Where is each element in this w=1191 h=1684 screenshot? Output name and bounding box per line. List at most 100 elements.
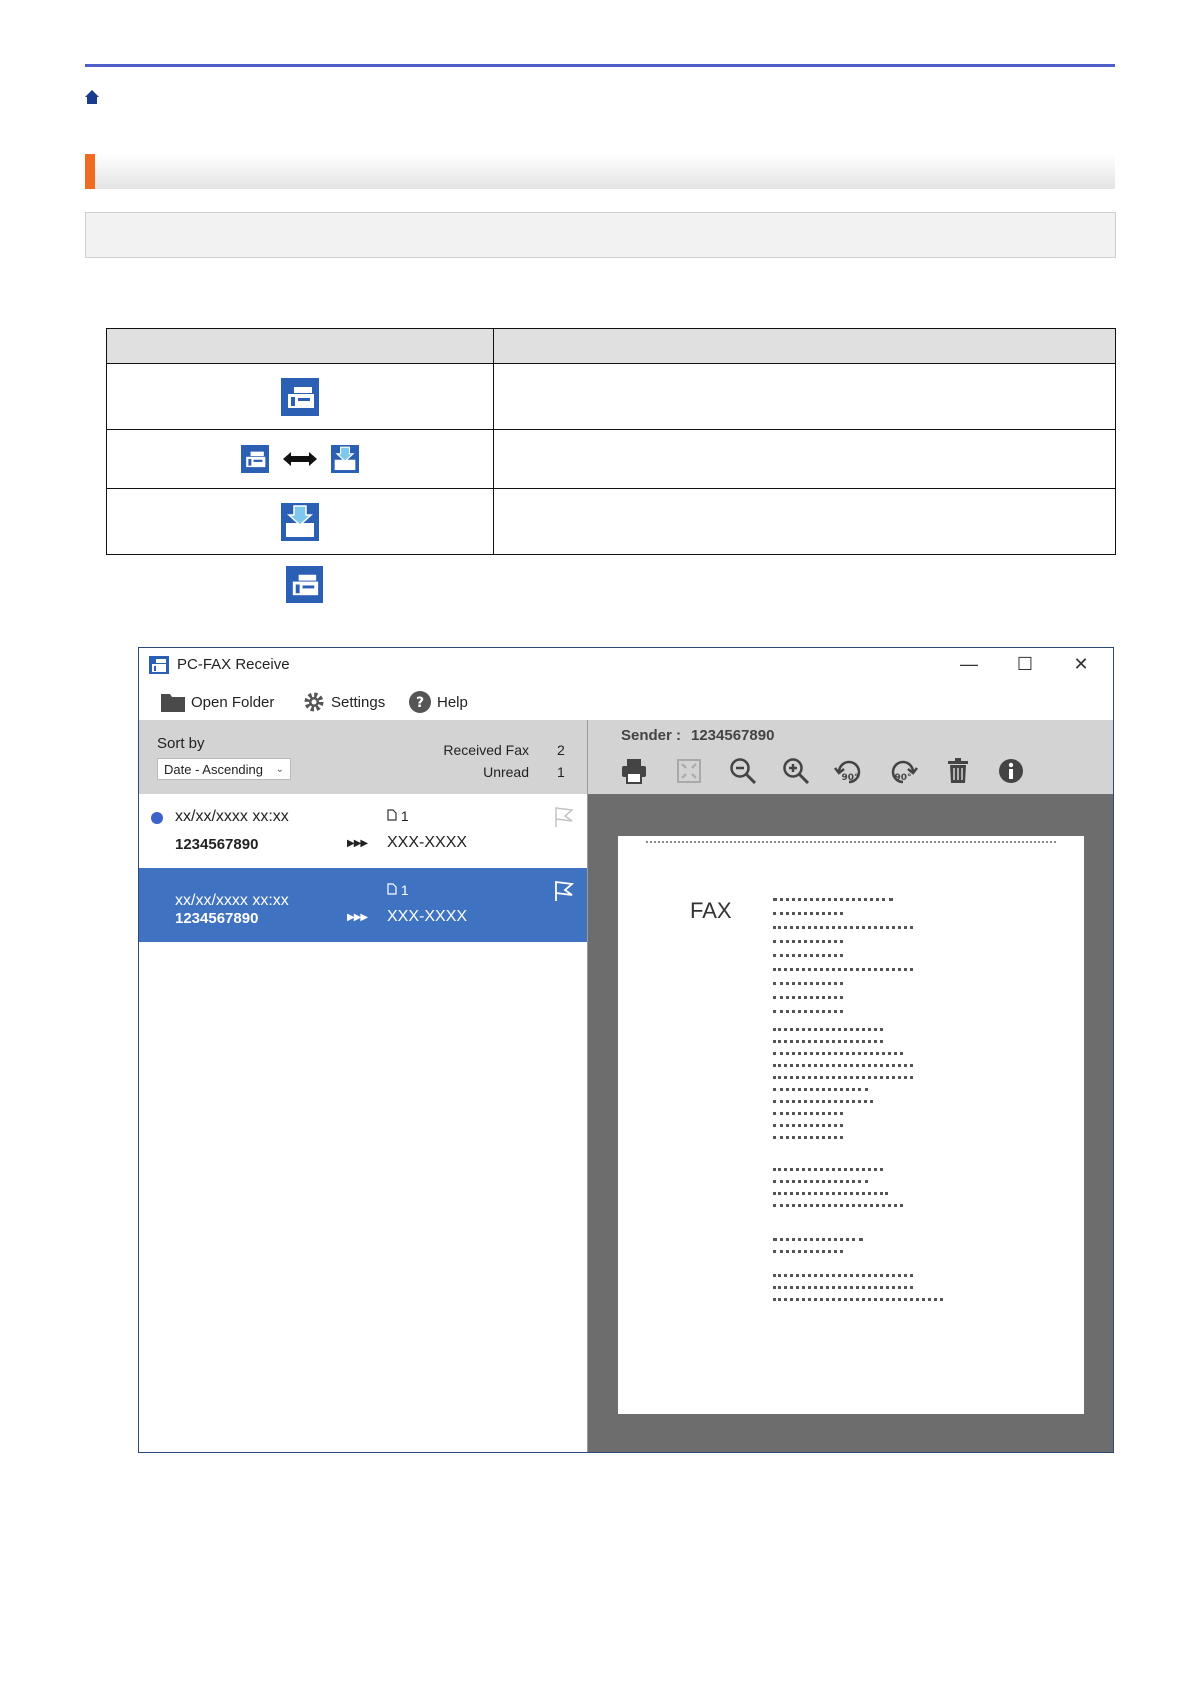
maximize-button[interactable]: ☐: [1005, 652, 1045, 676]
fax-text-line: [773, 1286, 913, 1294]
page-count-value: 1: [400, 882, 409, 898]
table-row: [106, 429, 1116, 489]
section-heading-bar: [85, 154, 1115, 189]
fax-text-line: [773, 1112, 843, 1120]
page-count: 1: [387, 808, 409, 824]
flag-icon[interactable]: [553, 806, 575, 828]
top-rule: [85, 64, 1115, 67]
unread-count: 1: [557, 764, 565, 780]
settings-button[interactable]: Settings: [303, 689, 385, 715]
list-header: Sort by Date - Ascending ⌄ Received Fax …: [139, 720, 587, 794]
fax-text-line: [773, 1136, 843, 1144]
fax-text-line: [773, 1100, 873, 1108]
close-button[interactable]: ✕: [1061, 652, 1101, 676]
fax-text-line: [773, 926, 913, 934]
delete-icon[interactable]: [943, 756, 973, 786]
fax-text-line: [773, 1204, 903, 1212]
fax-text-line: [773, 1028, 883, 1036]
sender-label: Sender :: [621, 727, 682, 744]
fax-text-line: [773, 898, 893, 906]
fax-text-line: [773, 1250, 843, 1258]
fax-text-line: [773, 1076, 913, 1084]
rotate-left-icon[interactable]: 90°: [834, 756, 864, 786]
gear-icon: [304, 692, 324, 712]
icon-status-table: [106, 328, 1116, 555]
fit-page-icon[interactable]: [674, 756, 704, 786]
help-icon: ?: [409, 691, 431, 713]
fax-received-icon: [331, 445, 360, 473]
fax-list-item[interactable]: xx/xx/xxxx xx:xx 1234567890 1 ▶▶▶ XXX-XX…: [139, 794, 587, 868]
fax-text-line: [773, 996, 843, 1004]
page-count: 1: [387, 882, 409, 898]
info-icon[interactable]: [996, 756, 1026, 786]
home-icon[interactable]: [84, 89, 100, 105]
sort-value: Date - Ascending: [164, 762, 264, 777]
fax-text-line: [773, 1088, 868, 1096]
unread-dot: [151, 812, 163, 824]
toolbar: Open Folder Settings ? Help: [139, 682, 1113, 718]
rotate-left-label: 90°: [841, 773, 858, 783]
fax-number: 1234567890: [175, 910, 259, 927]
fax-text-line: [773, 1124, 843, 1132]
app-icon: [149, 656, 169, 674]
open-folder-label: Open Folder: [191, 693, 275, 711]
fax-sender: XXX-XXXX: [387, 908, 468, 925]
minimize-button[interactable]: —: [949, 652, 989, 676]
fax-text-line: [773, 1298, 943, 1306]
help-button[interactable]: ? Help: [409, 689, 468, 715]
fax-text-line: [773, 1010, 843, 1018]
pc-fax-standby-icon: [286, 566, 323, 603]
sort-dropdown[interactable]: Date - Ascending ⌄: [157, 758, 291, 780]
viewer-header: Sender : 1234567890 90° 90°: [588, 720, 1113, 794]
forward-arrows-icon: ▶▶▶: [347, 912, 368, 923]
help-label: Help: [437, 693, 468, 711]
fax-sender: XXX-XXXX: [387, 834, 468, 851]
open-folder-button[interactable]: Open Folder: [161, 689, 274, 715]
window-titlebar: PC-FAX Receive — ☐ ✕: [139, 648, 1113, 678]
rotate-right-label: 90°: [894, 773, 911, 783]
fax-text-line: [773, 1052, 903, 1060]
page-count-value: 1: [400, 808, 409, 824]
heading-accent: [85, 154, 95, 189]
fax-list-pane: Sort by Date - Ascending ⌄ Received Fax …: [139, 720, 588, 1452]
rotate-right-icon[interactable]: 90°: [888, 756, 918, 786]
fax-text-line: [773, 1168, 883, 1176]
zoom-in-icon[interactable]: [781, 756, 811, 786]
fax-text-line: [773, 968, 913, 976]
fax-text-line: [773, 1192, 888, 1200]
fax-list-item-selected[interactable]: xx/xx/xxxx xx:xx 1234567890 1 ▶▶▶ XXX-XX…: [139, 868, 587, 942]
fax-text-line: [773, 1180, 868, 1188]
fax-text-line: [773, 982, 843, 990]
fax-text-line: [773, 1040, 883, 1048]
fax-datetime: xx/xx/xxxx xx:xx: [175, 892, 289, 909]
fax-page-preview: FAX: [618, 836, 1084, 1414]
fax-text-line: [773, 1064, 913, 1072]
window-title: PC-FAX Receive: [177, 656, 290, 673]
fax-datetime: xx/xx/xxxx xx:xx: [175, 808, 289, 825]
received-fax-label: Received Fax: [443, 742, 529, 758]
print-icon[interactable]: [619, 756, 649, 786]
double-arrow-icon: [283, 452, 317, 466]
note-box: [85, 212, 1116, 258]
pc-fax-standby-icon: [281, 377, 319, 416]
sender-value: 1234567890: [691, 727, 775, 744]
page-icon: [387, 883, 397, 895]
flag-icon[interactable]: [553, 880, 575, 902]
fax-text-line: [773, 1274, 913, 1282]
fax-heading: FAX: [690, 898, 732, 923]
page-header-dots: [646, 841, 1056, 846]
received-fax-count: 2: [557, 742, 565, 758]
table-row: [106, 488, 1116, 555]
fax-received-icon: [281, 502, 319, 541]
settings-label: Settings: [331, 693, 386, 711]
table-row: [106, 363, 1116, 430]
table-header-row: [106, 328, 1116, 364]
pc-fax-receive-window: PC-FAX Receive — ☐ ✕ Open Folder Setting…: [138, 647, 1114, 1453]
fax-text-line: [773, 1238, 863, 1246]
fax-number: 1234567890: [175, 836, 259, 853]
pc-fax-standby-icon: [240, 445, 269, 473]
zoom-out-icon[interactable]: [728, 756, 758, 786]
sort-label: Sort by: [157, 735, 205, 752]
fax-text-line: [773, 954, 843, 962]
fax-text-line: [773, 940, 843, 948]
